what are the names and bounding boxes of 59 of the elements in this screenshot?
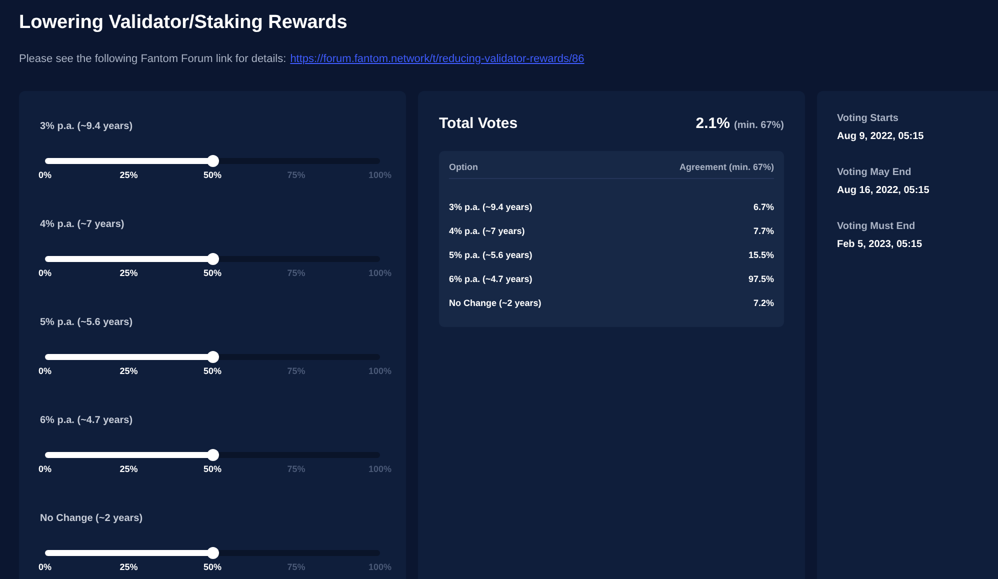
tick-label: 75% (287, 463, 306, 476)
tick-label: 50% (204, 561, 222, 574)
total-votes-minimum: (min. 67%) (734, 119, 784, 133)
tick-label: 0% (38, 169, 52, 182)
tick-label: 75% (287, 169, 306, 182)
table-cell-text: 7.2% (753, 297, 774, 310)
schedule-date: Feb 5, 2023, 05:15 (837, 239, 924, 251)
intro-text: Please see the following Fantom Forum link for details: (19, 52, 286, 66)
tick-label: 50% (204, 169, 222, 182)
schedule-label: Voting Starts (837, 113, 900, 125)
page-title: Lowering Validator/Staking Rewards (19, 12, 348, 34)
table-cell-text: 6.7% (753, 201, 774, 214)
table-cell-text: 7.7% (753, 225, 774, 238)
option-label: 4% p.a. (~7 years) (40, 219, 124, 231)
schedule-date: Aug 16, 2022, 05:15 (837, 185, 930, 197)
tick-label: 25% (120, 267, 138, 280)
table-cell-text: 3% p.a. (~9.4 years) (449, 201, 532, 214)
tick-label: 0% (38, 463, 52, 476)
tick-label: 0% (38, 561, 52, 574)
slider-thumb[interactable] (206, 449, 218, 461)
table-cell-text: 5% p.a. (~5.6 years) (449, 249, 532, 262)
tick-label: 100% (368, 267, 392, 280)
slider-thumb[interactable] (206, 155, 218, 167)
table-cell-text: 15.5% (748, 249, 774, 262)
forum-link[interactable]: https://forum.fantom.network/t/reducing-validator-rewards/86 (290, 52, 584, 66)
table-cell-text: 97.5% (748, 273, 774, 286)
option-label: No Change (~2 years) (40, 513, 143, 525)
total-votes-title: Total Votes (439, 114, 518, 134)
tick-label: 0% (38, 365, 52, 378)
tick-label: 100% (368, 169, 392, 182)
table-cell-text: 4% p.a. (~7 years) (449, 225, 525, 238)
tick-label: 50% (204, 267, 222, 280)
table-cell-text: 6% p.a. (~4.7 years) (449, 273, 532, 286)
option-label: 5% p.a. (~5.6 years) (40, 317, 133, 329)
table-cell-text: No Change (~2 years) (449, 297, 542, 310)
option-label: 6% p.a. (~4.7 years) (40, 415, 133, 427)
tick-label: 25% (120, 463, 138, 476)
tick-label: 25% (120, 169, 138, 182)
tick-label: 0% (38, 267, 52, 280)
total-votes-value: 2.1% (696, 114, 730, 134)
tick-label: 100% (368, 561, 392, 574)
schedule-date: Aug 9, 2022, 05:15 (837, 131, 925, 143)
schedule-label: Voting Must End (837, 221, 916, 233)
slider-thumb[interactable] (206, 253, 218, 265)
slider-thumb[interactable] (206, 351, 218, 363)
column-header: Option (449, 160, 478, 174)
tick-label: 75% (287, 267, 306, 280)
tick-label: 25% (120, 365, 138, 378)
tick-label: 100% (368, 365, 392, 378)
tick-label: 50% (204, 365, 222, 378)
schedule-label: Voting May End (837, 167, 912, 179)
tick-label: 50% (204, 463, 222, 476)
tick-label: 75% (287, 365, 306, 378)
slider-thumb[interactable] (206, 547, 218, 559)
column-header: Agreement (min. 67%) (679, 160, 774, 174)
tick-label: 25% (120, 561, 138, 574)
tick-label: 75% (287, 561, 306, 574)
option-label: 3% p.a. (~9.4 years) (40, 121, 133, 133)
tick-label: 100% (368, 463, 392, 476)
